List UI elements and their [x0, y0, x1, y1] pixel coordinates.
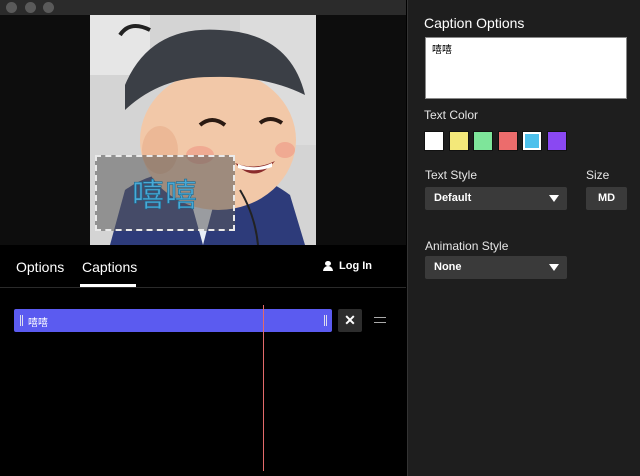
animation-style-value: None: [434, 261, 462, 273]
video-preview: 嘻嘻: [0, 15, 406, 245]
panel-title: Caption Options: [424, 15, 525, 31]
size-value: MD: [597, 192, 616, 204]
size-label: Size: [586, 168, 610, 182]
login-label: Log In: [339, 260, 372, 272]
active-tab-indicator: [80, 284, 136, 287]
chevron-down-icon: [549, 195, 559, 202]
tab-captions[interactable]: Captions: [82, 259, 137, 275]
tab-options[interactable]: Options: [16, 259, 64, 275]
color-swatch[interactable]: [522, 131, 542, 151]
editor-pane: 嘻嘻 Options Captions Log In 嘻嘻 ✕: [0, 0, 406, 476]
color-swatch[interactable]: [424, 131, 444, 151]
caption-clip-label: 嘻嘻: [28, 318, 48, 329]
delete-caption-button[interactable]: ✕: [338, 309, 362, 332]
text-style-label: Text Style: [425, 168, 478, 182]
caption-overlay-box[interactable]: 嘻嘻: [95, 155, 235, 231]
minimize-window-button[interactable]: [25, 2, 36, 13]
clip-start-handle[interactable]: [20, 315, 23, 326]
tab-bar: Options Captions Log In: [0, 245, 406, 288]
color-swatch[interactable]: [448, 131, 469, 151]
user-icon: [323, 261, 333, 271]
timeline-playhead[interactable]: [263, 305, 264, 471]
caption-text-input[interactable]: [425, 37, 627, 99]
color-swatch[interactable]: [497, 131, 518, 151]
close-window-button[interactable]: [6, 2, 17, 13]
text-style-select[interactable]: Default: [425, 187, 567, 210]
drag-handle-icon[interactable]: [374, 317, 386, 323]
caption-overlay-text: 嘻嘻: [131, 176, 198, 215]
text-style-value: Default: [434, 192, 472, 204]
title-bar: [0, 0, 406, 15]
color-swatch[interactable]: [473, 131, 493, 151]
color-swatch[interactable]: [546, 131, 567, 151]
caption-clip[interactable]: 嘻嘻: [14, 309, 332, 332]
animation-style-select[interactable]: None: [425, 256, 567, 279]
size-select[interactable]: MD: [586, 187, 627, 210]
animation-style-label: Animation Style: [425, 239, 509, 253]
close-icon: ✕: [344, 312, 356, 328]
chevron-down-icon: [549, 264, 559, 271]
text-color-label: Text Color: [424, 108, 479, 122]
clip-end-handle[interactable]: [324, 315, 327, 326]
caption-options-panel: Caption Options Text Color Text Style De…: [407, 0, 640, 476]
zoom-window-button[interactable]: [43, 2, 54, 13]
login-button[interactable]: Log In: [323, 260, 372, 272]
